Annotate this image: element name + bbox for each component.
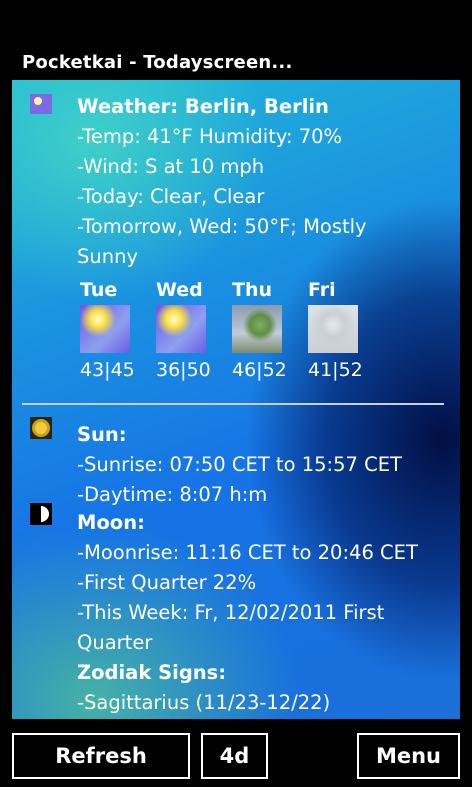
moon-this-week-cont: Quarter	[77, 631, 153, 654]
fog-icon	[308, 305, 358, 353]
sunny-icon	[80, 305, 130, 353]
weather-header: Weather: Berlin, Berlin	[77, 95, 329, 118]
moon-moonrise: -Moonrise: 11:16 CET to 20:46 CET	[77, 541, 418, 564]
sun-icon	[30, 417, 52, 439]
weather-tomorrow-cont: Sunny	[77, 245, 138, 268]
forecast-temps: 36|50	[156, 359, 211, 381]
forecast-day-label: Tue	[80, 279, 118, 301]
menu-button[interactable]: Menu	[357, 733, 460, 779]
forecast-temps: 41|52	[308, 359, 363, 381]
cloudy-tree-icon	[232, 305, 282, 353]
app-title: Pocketkai - Todayscreen...	[22, 52, 293, 73]
forecast-day-fri: Fri 41|52	[308, 279, 364, 382]
moon-phase: -First Quarter 22%	[77, 571, 257, 594]
forecast-temps: 43|45	[80, 359, 135, 381]
section-divider	[22, 403, 444, 405]
today-screen-panel[interactable]: Weather: Berlin, Berlin -Temp: 41°F Humi…	[12, 80, 460, 719]
weather-icon	[30, 94, 52, 114]
weather-temp: -Temp: 41°F Humidity: 70%	[77, 125, 343, 148]
forecast-day-label: Fri	[308, 279, 336, 301]
forecast-day-tue: Tue 43|45	[80, 279, 136, 382]
moon-icon	[30, 503, 52, 525]
moon-header: Moon:	[77, 511, 145, 534]
sunny-icon	[156, 305, 206, 353]
forecast-day-thu: Thu 46|52	[232, 279, 288, 382]
sun-sunrise: -Sunrise: 07:50 CET to 15:57 CET	[77, 453, 402, 476]
forecast-temps: 46|52	[232, 359, 287, 381]
weather-tomorrow: -Tomorrow, Wed: 50°F; Mostly	[77, 215, 367, 238]
zodiac-sign: -Sagittarius (11/23-12/22)	[77, 691, 331, 714]
sun-daytime: -Daytime: 8:07 h:m	[77, 483, 268, 506]
forecast-day-label: Wed	[156, 279, 203, 301]
4d-button[interactable]: 4d	[201, 733, 268, 779]
zodiac-header: Zodiak Signs:	[77, 661, 227, 684]
moon-this-week: -This Week: Fr, 12/02/2011 First	[77, 601, 385, 624]
sun-header: Sun:	[77, 423, 127, 446]
forecast-day-label: Thu	[232, 279, 273, 301]
weather-wind: -Wind: S at 10 mph	[77, 155, 265, 178]
forecast-day-wed: Wed 36|50	[156, 279, 212, 382]
weather-today: -Today: Clear, Clear	[77, 185, 265, 208]
refresh-button[interactable]: Refresh	[12, 733, 190, 779]
